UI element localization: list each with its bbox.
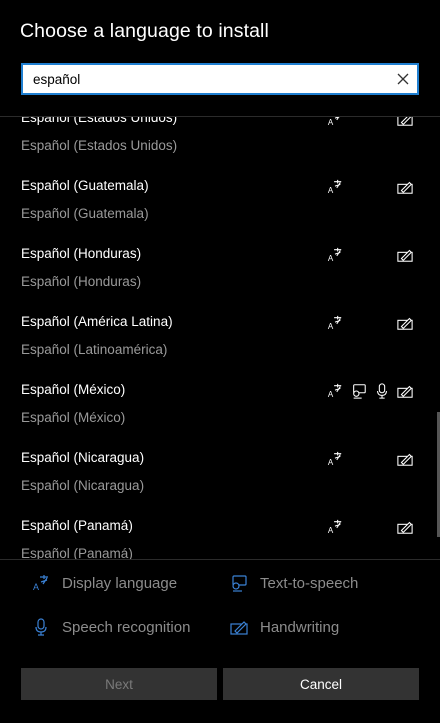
display-language-icon: A <box>326 314 344 332</box>
language-native-name: Español (Honduras) <box>21 274 142 289</box>
cancel-button[interactable]: Cancel <box>223 668 419 700</box>
handwriting-icon <box>396 382 414 400</box>
handwriting-icon <box>230 621 248 635</box>
language-name: Español (Estados Unidos) <box>21 116 178 125</box>
handwriting-icon <box>396 117 414 128</box>
divider <box>0 559 440 560</box>
display-language-icon: A <box>326 382 344 400</box>
legend-display-language: A Display language <box>32 574 178 593</box>
language-native-name: Español (Nicaragua) <box>21 478 145 493</box>
handwriting-icon <box>396 450 414 468</box>
handwriting-icon <box>396 314 414 332</box>
display-language-icon: A <box>326 178 344 196</box>
svg-text:A: A <box>328 322 334 331</box>
language-list-item[interactable]: Español (Estados Unidos) Español (Estados… <box>0 116 440 171</box>
language-native-name: Español (México) <box>21 410 126 425</box>
legend-label: Handwriting <box>260 618 340 636</box>
language-list[interactable]: Español (Estados Unidos) Español (Estados… <box>0 116 440 560</box>
display-language-icon: A <box>326 117 344 128</box>
language-native-name: Español (Guatemala) <box>21 206 149 221</box>
language-list-item[interactable]: Español (Honduras) Español (Honduras) A <box>0 239 440 307</box>
microphone-icon <box>373 382 391 400</box>
search-box[interactable] <box>21 63 419 95</box>
svg-text:A: A <box>328 254 334 263</box>
text-to-speech-icon <box>232 575 247 592</box>
language-list-item[interactable]: Español (Panamá) Español (Panamá) A <box>0 511 440 560</box>
text-to-speech-icon <box>350 382 368 400</box>
legend-speech-recognition: Speech recognition <box>32 618 190 636</box>
legend-label: Speech recognition <box>62 618 191 636</box>
language-native-name: Español (Latinoamérica) <box>21 342 168 357</box>
display-language-icon: A <box>326 518 344 536</box>
display-language-icon: A <box>326 450 344 468</box>
svg-text:A: A <box>328 526 334 535</box>
language-native-name: Español (Panamá) <box>21 546 133 560</box>
display-language-icon: A <box>326 246 344 264</box>
language-name: Español (México) <box>21 382 126 397</box>
close-icon[interactable] <box>393 69 413 89</box>
svg-text:A: A <box>33 582 39 592</box>
search-input[interactable] <box>23 65 383 93</box>
legend-label: Display language <box>62 574 178 592</box>
language-list-item[interactable]: Español (América Latina) Español (Latinoa… <box>0 307 440 375</box>
legend-label: Text-to-speech <box>260 574 359 592</box>
svg-text:A: A <box>328 458 334 467</box>
handwriting-icon <box>396 246 414 264</box>
display-language-icon: A <box>33 575 48 592</box>
svg-text:A: A <box>328 118 334 127</box>
legend-handwriting: Handwriting <box>230 618 339 636</box>
language-name: Español (Guatemala) <box>21 178 149 193</box>
next-button[interactable]: Next <box>21 668 217 700</box>
language-list-item[interactable]: Español (Nicaragua) Español (Nicaragua) A <box>0 443 440 511</box>
handwriting-icon <box>396 518 414 536</box>
svg-text:A: A <box>328 390 334 399</box>
handwriting-icon <box>396 178 414 196</box>
svg-text:A: A <box>328 186 334 195</box>
language-name: Español (Panamá) <box>21 518 133 533</box>
language-name: Español (Nicaragua) <box>21 450 145 465</box>
legend-text-to-speech: Text-to-speech <box>230 574 358 592</box>
dialog-title: Choose a language to install <box>20 20 269 42</box>
language-name: Español (Honduras) <box>21 246 142 261</box>
language-list-item[interactable]: Español (Guatemala) Español (Guatemala) A <box>0 171 440 239</box>
language-list-item[interactable]: Español (México) Español (México) A <box>0 375 440 443</box>
microphone-icon <box>35 618 47 636</box>
language-native-name: Español (Estados Unidos) <box>21 138 178 153</box>
language-name: Español (América Latina) <box>21 314 173 329</box>
